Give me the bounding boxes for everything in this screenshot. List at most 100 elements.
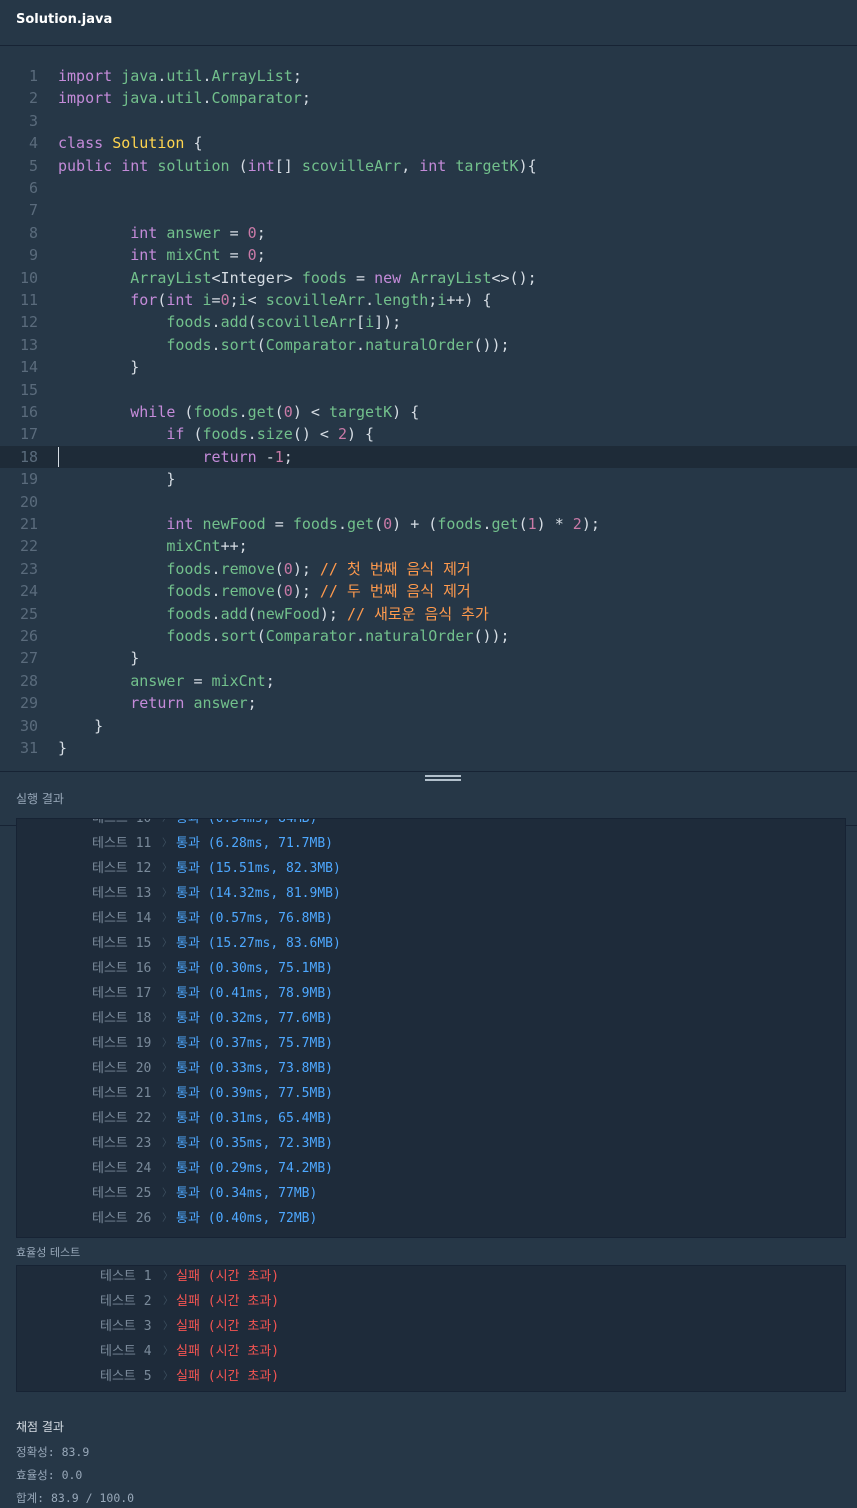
code-line[interactable]: 30 } [0,715,857,737]
code-text[interactable]: int answer = 0; [58,222,265,244]
accuracy-results-panel[interactable]: 테스트 10 〉 통과 (0.54ms, 84MB) 테스트 11 〉 통과 (6.28m… [16,818,846,1238]
code-line[interactable]: 3 [0,110,857,132]
line-number: 12 [19,313,38,332]
test-result-row: 테스트 3 〉 실패 (시간 초과) [17,1314,817,1339]
test-pass-status: 통과 (0.35ms, 72.3MB) [176,1136,333,1151]
test-name: 테스트 22 [92,1111,152,1126]
code-line[interactable]: 25 foods.add(newFood); // 새로운 음식 추가 [0,603,857,625]
code-text[interactable]: } [58,715,103,737]
test-fail-status: 실패 (시간 초과) [176,1319,280,1334]
code-text[interactable]: foods.add(scovilleArr[i]); [58,311,401,333]
code-text[interactable]: int mixCnt = 0; [58,244,265,266]
test-name: 테스트 23 [92,1136,152,1151]
code-line[interactable]: 15 [0,379,857,401]
code-text[interactable]: } [58,468,175,490]
line-number: 22 [19,537,38,556]
code-text[interactable]: foods.sort(Comparator.naturalOrder()); [58,334,509,356]
chevron-right-icon: 〉 [163,1346,173,1357]
test-fail-status: 실패 (시간 초과) [176,1269,280,1284]
code-text[interactable]: mixCnt++; [58,535,247,557]
code-line[interactable]: 19 } [0,468,857,490]
code-text[interactable]: int newFood = foods.get(0) + (foods.get(… [58,513,600,535]
test-result-row: 테스트 1 〉 실패 (시간 초과) [17,1266,817,1289]
line-number: 26 [19,627,38,645]
code-line[interactable]: 13 foods.sort(Comparator.naturalOrder())… [0,334,857,356]
code-line[interactable]: 8 int answer = 0; [0,222,857,244]
code-line[interactable]: 22 mixCnt++; [0,535,857,557]
code-line[interactable]: 21 int newFood = foods.get(0) + (foods.g… [0,513,857,535]
code-text[interactable]: foods.sort(Comparator.naturalOrder()); [58,625,509,647]
code-line[interactable]: 14 } [0,356,857,378]
code-text[interactable]: } [58,647,139,669]
code-text[interactable]: foods.remove(0); // 두 번째 음식 제거 [58,580,470,602]
test-result-row: 테스트 22 〉 통과 (0.31ms, 65.4MB) [17,1106,817,1131]
test-name: 테스트 20 [92,1061,152,1076]
code-line[interactable]: 11 for(int i=0;i< scovilleArr.length;i++… [0,289,857,311]
line-number: 9 [28,246,38,265]
code-line[interactable]: 20 [0,491,857,513]
code-text[interactable]: answer = mixCnt; [58,670,275,692]
total-score: 합계: 83.9 / 100.0 [16,1491,135,1505]
file-name-tab[interactable]: Solution.java [16,12,112,27]
code-line[interactable]: 9 int mixCnt = 0; [0,244,857,266]
test-pass-status: 통과 (0.39ms, 77.5MB) [176,1086,333,1101]
chevron-right-icon: 〉 [162,838,172,849]
code-text[interactable]: import java.util.Comparator; [58,87,311,109]
line-number: 23 [19,559,38,578]
code-text[interactable]: } [58,356,139,378]
code-line[interactable]: 17 if (foods.size() < 2) { [0,423,857,445]
code-text[interactable]: ArrayList<Integer> foods = new ArrayList… [58,267,536,289]
chevron-right-icon: 〉 [163,1296,173,1307]
code-text[interactable]: class Solution { [58,132,203,154]
test-name: 테스트 4 [100,1344,152,1359]
test-name: 테스트 18 [92,1011,152,1026]
code-line[interactable]: 26 foods.sort(Comparator.naturalOrder())… [0,625,857,647]
test-name: 테스트 16 [92,961,152,976]
test-pass-status: 통과 (0.30ms, 75.1MB) [176,961,333,976]
line-number: 5 [28,156,38,175]
code-line[interactable]: 18 return -1; [0,445,857,469]
code-line[interactable]: 5 public int solution (int[] scovilleArr,… [0,155,857,177]
line-number: 8 [28,223,38,242]
code-line[interactable]: 7 [0,199,857,221]
code-text[interactable]: return answer; [58,692,256,714]
score-title: 채점 결과 [16,1420,64,1434]
code-line[interactable]: 10 ArrayList<Integer> foods = new ArrayL… [0,267,857,289]
code-line[interactable]: 2 import java.util.Comparator; [0,87,857,109]
code-line[interactable]: 24 foods.remove(0); // 두 번째 음식 제거 [0,580,857,602]
code-text[interactable]: public int solution (int[] scovilleArr, … [58,155,537,177]
code-line[interactable]: 23 foods.remove(0); // 첫 번째 음식 제거 [0,558,857,580]
code-text[interactable]: return -1; [58,446,293,468]
resize-handle-icon[interactable] [425,775,461,783]
code-text[interactable]: while (foods.get(0) < targetK) { [58,401,419,423]
code-line[interactable]: 1 import java.util.ArrayList; [0,65,857,87]
test-fail-status: 실패 (시간 초과) [176,1294,280,1309]
code-editor[interactable]: 1 import java.util.ArrayList; 2 import java… [0,47,857,771]
code-line[interactable]: 16 while (foods.get(0) < targetK) { [0,401,857,423]
efficiency-section-label: 효율성 테스트 [16,1246,81,1259]
code-line[interactable]: 31} [0,737,857,759]
code-text[interactable]: import java.util.ArrayList; [58,65,302,87]
code-line[interactable]: 4 class Solution { [0,132,857,154]
code-line[interactable]: 27 } [0,647,857,669]
line-number: 16 [19,403,38,421]
efficiency-results-panel[interactable]: 테스트 1 〉 실패 (시간 초과) 테스트 2 〉 실패 (시간 초과) 테스트 3 〉 실패… [16,1265,846,1392]
test-result-row: 테스트 4 〉 실패 (시간 초과) [17,1339,817,1364]
test-result-row: 테스트 2 〉 실패 (시간 초과) [17,1289,817,1314]
results-pane[interactable]: 테스트 10 〉 통과 (0.54ms, 84MB) 테스트 11 〉 통과 (6.28m… [0,818,857,1508]
code-line[interactable]: 29 return answer; [0,692,857,714]
test-name: 테스트 26 [92,1211,152,1226]
code-text[interactable]: if (foods.size() < 2) { [58,423,374,445]
code-text[interactable]: foods.remove(0); // 첫 번째 음식 제거 [58,558,470,580]
code-text[interactable]: for(int i=0;i< scovilleArr.length;i++) { [58,289,491,311]
code-text[interactable]: foods.add(newFood); // 새로운 음식 추가 [58,603,488,625]
test-result-row: 테스트 24 〉 통과 (0.29ms, 74.2MB) [17,1156,817,1181]
test-result-row: 테스트 19 〉 통과 (0.37ms, 75.7MB) [17,1031,817,1056]
test-name: 테스트 11 [92,836,152,851]
code-text[interactable]: } [58,737,67,759]
line-number: 20 [19,492,38,511]
code-line[interactable]: 12 foods.add(scovilleArr[i]); [0,311,857,333]
code-line[interactable]: 28 answer = mixCnt; [0,670,857,692]
line-number: 4 [28,134,38,153]
code-line[interactable]: 6 [0,177,857,199]
